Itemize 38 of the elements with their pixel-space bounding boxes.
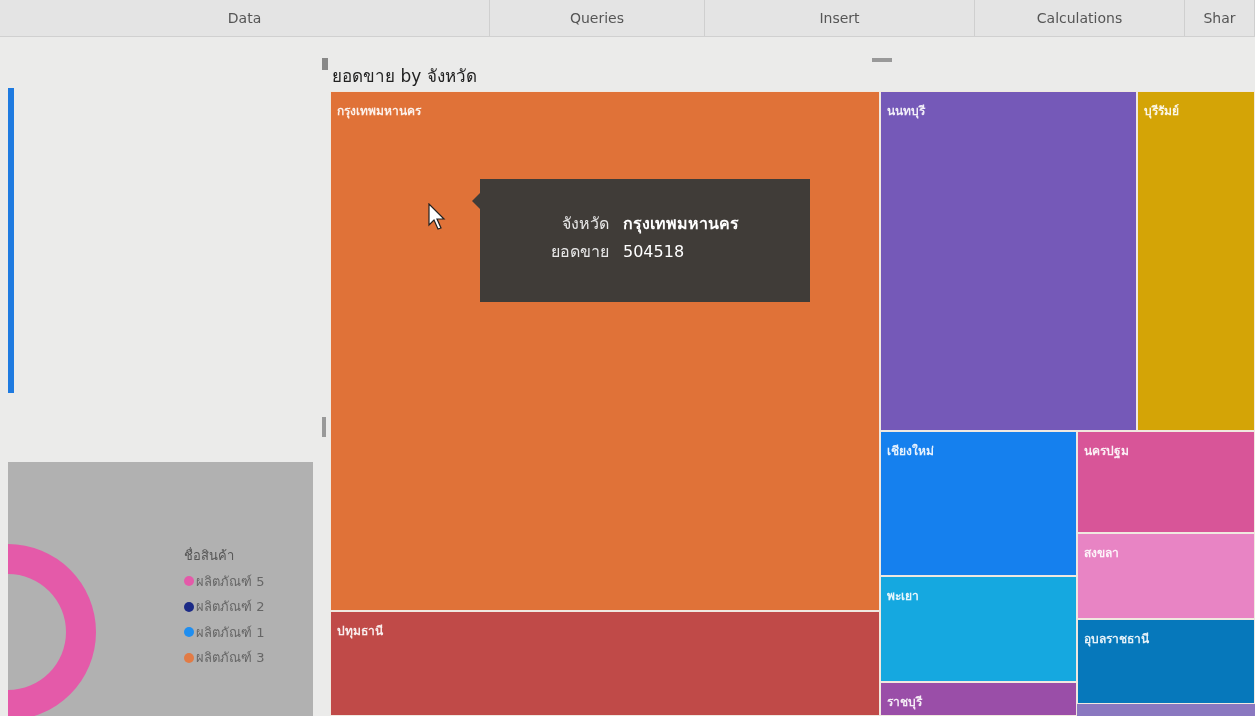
- tile-label: อุบลราชธานี: [1084, 631, 1149, 648]
- legend-label: ผลิตภัณฑ์ 1: [196, 623, 265, 642]
- ribbon-tab[interactable]: Calculations: [975, 0, 1185, 36]
- resize-handle[interactable]: [872, 58, 892, 62]
- tile-label: สงขลา: [1084, 545, 1119, 562]
- ribbon-tab[interactable]: Queries: [490, 0, 705, 36]
- tile-label: ราชบุรี: [887, 694, 922, 711]
- resize-handle[interactable]: [322, 417, 326, 437]
- tile-label: ปทุมธานี: [337, 623, 383, 640]
- treemap-tile[interactable]: ราชบุรี: [880, 682, 1077, 716]
- treemap-tile[interactable]: นครปฐม: [1077, 431, 1255, 533]
- tile-label: นนทบุรี: [887, 103, 925, 120]
- tooltip-field-name: ยอดขาย: [551, 240, 609, 263]
- ribbon-tab[interactable]: Data: [0, 0, 490, 36]
- legend-label: ผลิตภัณฑ์ 3: [196, 649, 265, 667]
- legend-label: ผลิตภัณฑ์ 2: [196, 598, 265, 616]
- tile-label: นครปฐม: [1084, 443, 1129, 460]
- ribbon-tab[interactable]: Shar: [1185, 0, 1255, 36]
- treemap-tile[interactable]: ปทุมธานี: [330, 611, 880, 716]
- tile-label: บุรีรัมย์: [1144, 103, 1179, 120]
- resize-handle[interactable]: [322, 58, 328, 70]
- legend-title: ชื่อสินค้า: [184, 546, 235, 565]
- tooltip-field-value: กรุงเทพมหานคร: [623, 212, 739, 236]
- tooltip-field-value: 504518: [623, 240, 686, 263]
- treemap-tile[interactable]: พะเยา: [880, 576, 1077, 682]
- treemap-tile[interactable]: บุรีรัมย์: [1137, 91, 1255, 431]
- tile-label: กรุงเทพมหานคร: [337, 103, 421, 120]
- visual-title: ยอดขาย by จังหวัด: [332, 65, 477, 88]
- cursor-arrow-icon: [428, 203, 448, 231]
- ribbon-tab[interactable]: Insert: [705, 0, 975, 36]
- treemap-tile[interactable]: นนทบุรี: [880, 91, 1137, 431]
- treemap-tile[interactable]: สงขลา: [1077, 533, 1255, 619]
- treemap-tile[interactable]: เชียงใหม่: [880, 431, 1077, 576]
- tile-label: พะเยา: [887, 588, 919, 605]
- legend-label: ผลิตภัณฑ์ 5: [196, 572, 265, 591]
- treemap-tile[interactable]: อุบลราชธานี: [1077, 619, 1255, 704]
- tooltip-field-name: จังหวัด: [561, 212, 609, 235]
- tile-label: เชียงใหม่: [887, 442, 934, 460]
